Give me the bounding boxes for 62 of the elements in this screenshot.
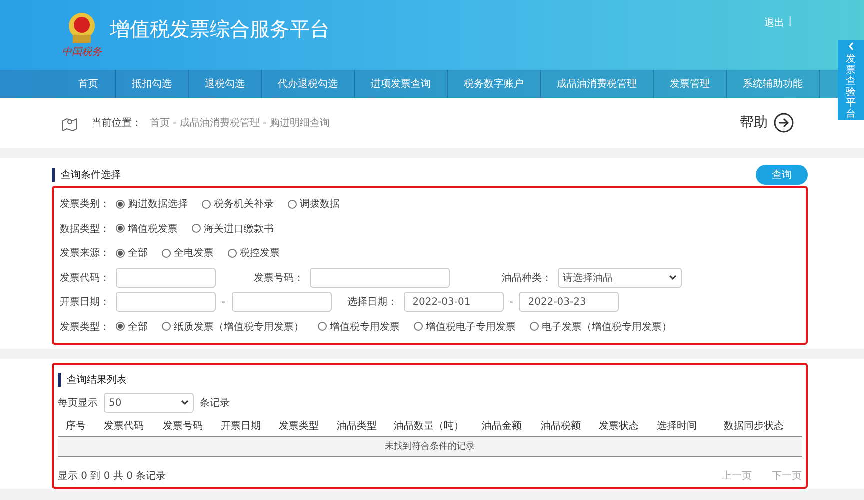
logo-caption: 中国税务: [62, 46, 102, 59]
radio-option[interactable]: 税务机关补录: [202, 197, 274, 212]
page-size-label: 条记录: [200, 397, 230, 410]
field-label: 发票类型：: [60, 320, 110, 334]
date-field[interactable]: 2022-03-01: [404, 292, 504, 312]
radio-icon[interactable]: [228, 248, 237, 258]
input-field[interactable]: [116, 268, 216, 288]
chevron-down-icon: [669, 274, 677, 281]
radio-icon[interactable]: [192, 224, 201, 234]
date-field[interactable]: 2022-03-23: [519, 292, 620, 312]
radio-option[interactable]: 增值税发票: [116, 222, 178, 236]
record-summary: 显示 0 到 0 共 0 条记录: [58, 470, 166, 483]
radio-icon[interactable]: [116, 224, 125, 234]
radio-icon[interactable]: [414, 322, 423, 332]
radio-icon[interactable]: [318, 322, 327, 332]
radio-option[interactable]: 全部: [116, 320, 148, 334]
field-label: 数据类型：: [60, 222, 110, 236]
radio-option[interactable]: 纸质发票（增值税专用发票）: [162, 320, 304, 334]
radio-option[interactable]: 税控发票: [228, 246, 280, 260]
radio-option[interactable]: 增值税电子专用发票: [414, 320, 516, 334]
app-title: 增值税发票综合服务平台: [110, 16, 330, 42]
section-title: 查询结果列表: [58, 373, 127, 387]
breadcrumb-label: 当前位置：: [92, 116, 142, 130]
radio-icon[interactable]: [116, 322, 125, 332]
field-label: 开票日期：: [60, 296, 110, 310]
chevron-left-icon: [848, 42, 854, 51]
radio-option[interactable]: 电子发票（增值税专用发票）: [530, 320, 672, 334]
separator: |: [788, 16, 792, 29]
chevron-down-icon: [181, 400, 189, 406]
radio-icon[interactable]: [288, 200, 297, 209]
field-label: 选择日期：: [348, 296, 398, 310]
range-dash: -: [510, 296, 514, 308]
date-field[interactable]: [116, 292, 216, 312]
empty-message: 未找到符合条件的记录: [58, 436, 802, 456]
breadcrumb-path: 首页 - 成品油消费税管理 - 购进明细查询: [150, 116, 330, 130]
radio-icon[interactable]: [162, 248, 171, 258]
radio-option[interactable]: 全部: [116, 246, 148, 260]
section-title: 查询条件选择: [52, 168, 121, 182]
radio-option[interactable]: 海关进口缴款书: [192, 222, 274, 236]
radio-option[interactable]: 全电发票: [162, 246, 214, 260]
radio-option[interactable]: 购进数据选择: [116, 197, 188, 212]
radio-option[interactable]: 调拨数据: [288, 197, 340, 212]
arrow-right-icon: [774, 113, 794, 133]
radio-icon[interactable]: [162, 322, 171, 332]
page-size-label: 每页显示: [58, 397, 98, 410]
oil-type-select[interactable]: 请选择油品: [558, 268, 682, 288]
radio-icon[interactable]: [530, 322, 539, 332]
location-icon: [62, 116, 78, 130]
radio-option[interactable]: 增值税专用发票: [318, 320, 400, 334]
field-label: 发票代码：: [60, 272, 110, 285]
radio-icon[interactable]: [116, 200, 125, 209]
input-field[interactable]: [310, 268, 450, 288]
field-label: 发票类别：: [60, 198, 110, 212]
radio-icon[interactable]: [116, 248, 125, 258]
radio-icon[interactable]: [202, 200, 211, 209]
field-label: 油品种类：: [502, 272, 552, 285]
date-field[interactable]: [232, 292, 332, 312]
page-size-select[interactable]: 50: [104, 393, 194, 414]
range-dash: -: [222, 296, 226, 308]
help-link[interactable]: 帮助: [740, 113, 794, 133]
field-label: 发票来源：: [60, 246, 110, 260]
field-label: 发票号码：: [254, 272, 304, 285]
